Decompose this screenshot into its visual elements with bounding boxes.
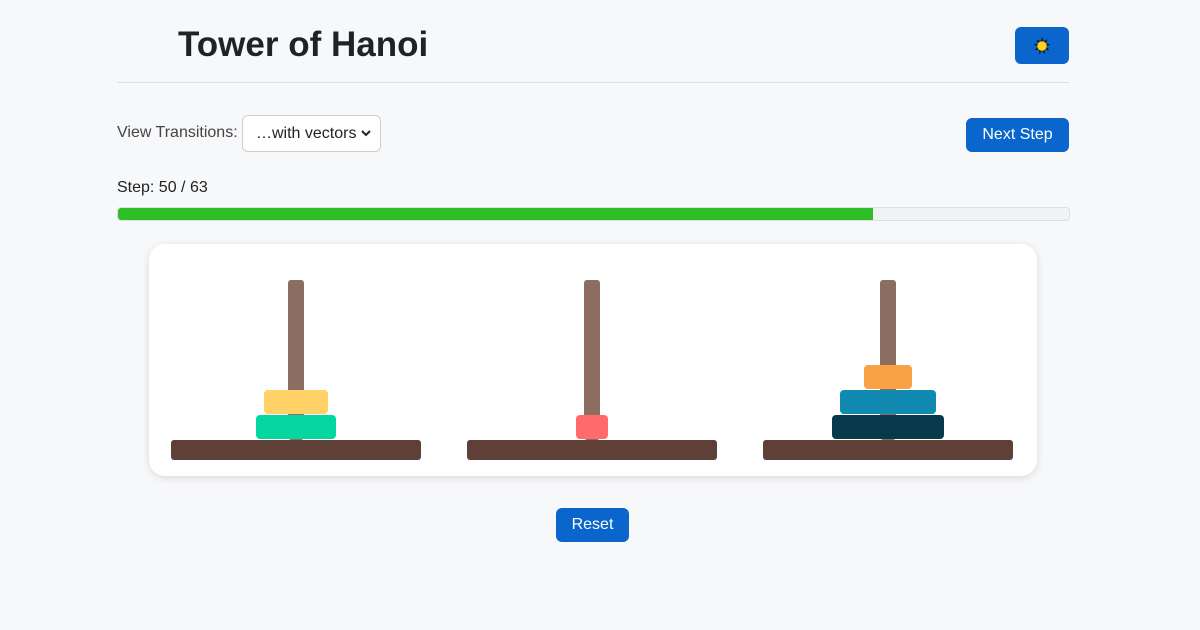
- sun-icon: [1033, 36, 1051, 54]
- page: Tower of Hanoi View Transitions: …with v…: [0, 0, 1200, 630]
- tower-2[interactable]: [467, 244, 717, 476]
- controls-bar: View Transitions: …with vectors Next Ste…: [117, 115, 1069, 153]
- disk-size-2[interactable]: [864, 365, 912, 389]
- tower-base: [171, 440, 421, 460]
- tower-base: [763, 440, 1013, 460]
- view-transitions-select[interactable]: …with vectors: [242, 115, 381, 152]
- disk-size-5[interactable]: [256, 415, 336, 439]
- view-transitions-label: View Transitions:: [117, 124, 238, 141]
- step-counter: Step: 50 / 63: [117, 179, 208, 196]
- page-title: Tower of Hanoi: [178, 25, 429, 64]
- chevron-down-icon: [361, 130, 371, 137]
- view-transitions-value: …with vectors: [256, 124, 357, 142]
- disk-size-4[interactable]: [264, 390, 328, 414]
- header: Tower of Hanoi: [117, 0, 1069, 83]
- next-step-button[interactable]: Next Step: [966, 118, 1069, 152]
- tower-1[interactable]: [171, 244, 421, 476]
- tower-3[interactable]: [763, 244, 1013, 476]
- theme-toggle-button[interactable]: [1015, 27, 1069, 64]
- disk-size-6[interactable]: [832, 415, 944, 439]
- tower-board: [149, 244, 1037, 476]
- progress-fill: [118, 208, 873, 220]
- disk-size-1[interactable]: [576, 415, 608, 439]
- disk-size-3[interactable]: [840, 390, 936, 414]
- progress-bar: [117, 207, 1070, 221]
- tower-base: [467, 440, 717, 460]
- reset-button[interactable]: Reset: [556, 508, 629, 542]
